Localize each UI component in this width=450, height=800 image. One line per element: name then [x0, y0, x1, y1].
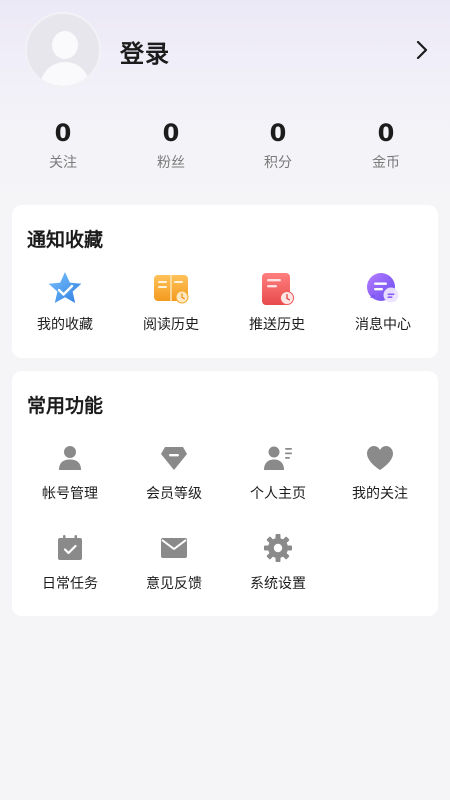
stat-value: 0	[162, 119, 180, 147]
stats-bar: 0 关注 0 粉丝 0 积分 0 金币	[0, 118, 450, 178]
stat-value: 0	[269, 119, 287, 147]
grid-item-label: 帐号管理	[42, 486, 98, 502]
grid-item-label: 会员等级	[146, 486, 202, 502]
grid-item-label: 推送历史	[249, 317, 305, 333]
profile-page: 登录 0 关注 0 粉丝 0 积分 0 金币 通知收藏 我的收藏 阅读历史 推送…	[0, 0, 450, 800]
stat-label: 金币	[372, 155, 400, 171]
stat-value: 0	[54, 119, 72, 147]
grid-item-message-center[interactable]: 消息中心	[330, 270, 436, 334]
message-icon	[364, 270, 402, 308]
common-functions-card: 常用功能 帐号管理 会员等级 个人主页 我的关注 日常任务 意见反馈 系统设置	[12, 371, 438, 616]
stat-points[interactable]: 0 积分	[238, 118, 318, 172]
stat-label: 积分	[264, 155, 292, 171]
gear-icon	[259, 529, 297, 567]
user-icon	[51, 439, 89, 477]
grid-item-label: 我的收藏	[37, 317, 93, 333]
stat-fans[interactable]: 0 粉丝	[131, 118, 211, 172]
diamond-icon	[155, 439, 193, 477]
grid-item-account-management[interactable]: 帐号管理	[17, 439, 123, 503]
grid-item-label: 个人主页	[250, 486, 306, 502]
calendar-check-icon	[51, 529, 89, 567]
stat-following[interactable]: 0 关注	[23, 118, 103, 172]
avatar-body	[40, 62, 90, 86]
grid-item-label: 意见反馈	[146, 576, 202, 592]
book-icon	[152, 270, 190, 308]
grid-item-system-settings[interactable]: 系统设置	[225, 529, 331, 593]
grid-item-my-favorites[interactable]: 我的收藏	[12, 270, 118, 334]
push-history-icon	[258, 270, 296, 308]
avatar[interactable]	[25, 12, 101, 88]
profile-card-icon	[259, 439, 297, 477]
grid-item-member-level[interactable]: 会员等级	[121, 439, 227, 503]
grid-item-my-follows[interactable]: 我的关注	[327, 439, 433, 503]
grid-item-push-history[interactable]: 推送历史	[224, 270, 330, 334]
star-icon	[46, 270, 84, 308]
stat-value: 0	[377, 119, 395, 147]
avatar-head	[52, 31, 78, 59]
section-title: 通知收藏	[27, 229, 104, 251]
stat-coins[interactable]: 0 金币	[346, 118, 426, 172]
stat-label: 关注	[49, 155, 77, 171]
login-link[interactable]: 登录	[120, 34, 170, 69]
stat-label: 粉丝	[157, 155, 185, 171]
mail-icon	[155, 529, 193, 567]
grid-item-label: 阅读历史	[143, 317, 199, 333]
chevron-right-icon[interactable]	[412, 40, 432, 60]
grid-item-reading-history[interactable]: 阅读历史	[118, 270, 224, 334]
grid-item-personal-homepage[interactable]: 个人主页	[225, 439, 331, 503]
grid-item-label: 我的关注	[352, 486, 408, 502]
grid-item-label: 消息中心	[355, 317, 411, 333]
heart-icon	[361, 439, 399, 477]
notify-favorites-card: 通知收藏 我的收藏 阅读历史 推送历史 消息中心	[12, 205, 438, 358]
profile-header[interactable]: 登录	[0, 0, 450, 105]
grid-item-feedback[interactable]: 意见反馈	[121, 529, 227, 593]
grid-item-daily-tasks[interactable]: 日常任务	[17, 529, 123, 593]
grid-item-label: 系统设置	[250, 576, 306, 592]
section-title: 常用功能	[27, 395, 104, 417]
grid-item-label: 日常任务	[42, 576, 98, 592]
